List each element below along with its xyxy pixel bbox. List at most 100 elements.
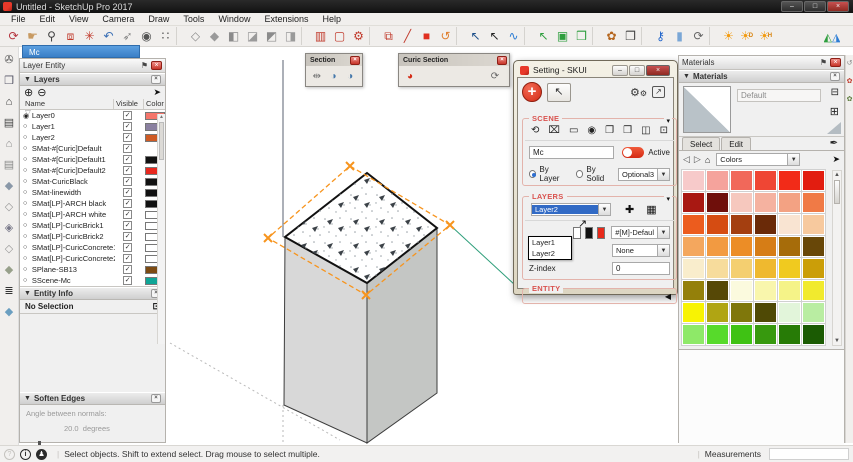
left-toolbar-button[interactable]: ✇ bbox=[1, 49, 18, 70]
materials-tray-close[interactable]: × bbox=[830, 58, 841, 67]
option-dropdown[interactable]: Optional3 ▼ bbox=[618, 168, 670, 181]
layer-visible-checkbox[interactable]: ✓ bbox=[123, 133, 132, 142]
layer-row[interactable]: ○ SMat[LP]-ARCH white ✓ bbox=[20, 209, 165, 220]
chevron-down-icon[interactable]: ▼ bbox=[657, 227, 669, 238]
layer-radio[interactable]: ○ bbox=[23, 145, 32, 152]
layer-row[interactable]: ○ SMat[LP]-CuricConcrete2 ✓ bbox=[20, 253, 165, 264]
color-swatch[interactable] bbox=[754, 258, 777, 279]
color-swatch[interactable] bbox=[802, 258, 825, 279]
materials-tab[interactable]: Select bbox=[682, 137, 720, 150]
color-swatch[interactable] bbox=[730, 258, 753, 279]
color-swatch[interactable] bbox=[706, 236, 729, 257]
left-toolbar-button[interactable]: ≣ bbox=[1, 280, 18, 301]
color-swatch[interactable] bbox=[802, 214, 825, 235]
left-toolbar-button[interactable]: ⌂ bbox=[1, 133, 18, 154]
layer-visible-checkbox[interactable]: ✓ bbox=[123, 232, 132, 241]
color-swatch[interactable] bbox=[730, 192, 753, 213]
layer-radio[interactable]: ○ bbox=[23, 255, 32, 262]
section-toolbar-close[interactable]: × bbox=[350, 56, 360, 65]
chevron-down-icon[interactable]: ▼ bbox=[657, 169, 669, 180]
color-swatch[interactable] bbox=[778, 170, 801, 191]
layer-tray-close-button[interactable]: × bbox=[151, 61, 162, 70]
collection-dropdown[interactable]: Colors ▼ bbox=[716, 153, 800, 166]
toolbar-button[interactable] bbox=[369, 27, 376, 45]
toolbar-button[interactable]: ☀ bbox=[718, 27, 737, 45]
info-icon[interactable]: i bbox=[20, 449, 31, 460]
layer-visible-checkbox[interactable]: ✓ bbox=[123, 188, 132, 197]
layer-radio[interactable]: ○ bbox=[23, 123, 32, 130]
color-swatch[interactable] bbox=[802, 192, 825, 213]
toolbar-button[interactable] bbox=[709, 27, 716, 45]
toolbar-button[interactable]: ■ bbox=[416, 27, 435, 45]
skui-close[interactable]: × bbox=[646, 65, 670, 76]
layer-radio[interactable]: ○ bbox=[23, 200, 32, 207]
toolbar-button[interactable]: ∷ bbox=[155, 27, 174, 45]
scene-action-icon[interactable]: ◫ bbox=[641, 125, 650, 136]
color-swatch[interactable] bbox=[682, 192, 705, 213]
section-toolbar-button[interactable]: ⇹ bbox=[309, 68, 325, 84]
color-swatch[interactable] bbox=[754, 302, 777, 323]
layer-radio[interactable]: ◉ bbox=[23, 112, 32, 120]
color-swatch[interactable] bbox=[778, 236, 801, 257]
layer-visible-checkbox[interactable]: ✓ bbox=[123, 122, 132, 131]
scene-action-icon[interactable]: ❒ bbox=[623, 125, 632, 136]
skui-settings-button[interactable]: ⚙⚙ bbox=[630, 86, 647, 99]
scrollbar-thumb[interactable] bbox=[834, 180, 840, 204]
toolbar-button[interactable]: ↖ bbox=[533, 27, 552, 45]
left-toolbar-button[interactable]: ◇ bbox=[1, 196, 18, 217]
color-swatch[interactable] bbox=[802, 280, 825, 301]
toolbar-button[interactable] bbox=[301, 27, 308, 45]
toolbar-button[interactable]: ✿ bbox=[601, 27, 620, 45]
color-swatch[interactable] bbox=[706, 280, 729, 301]
color-swatch[interactable] bbox=[778, 280, 801, 301]
maximize-button[interactable]: □ bbox=[804, 1, 826, 12]
toolbar-button[interactable]: ❒ bbox=[620, 27, 639, 45]
color-swatch[interactable] bbox=[682, 258, 705, 279]
toolbar-button[interactable]: ◩ bbox=[261, 27, 280, 45]
layer-row[interactable]: ○ SMat-#[Curic]Default1 ✓ bbox=[20, 154, 165, 165]
add-layer-icon[interactable]: ✚ bbox=[625, 203, 634, 216]
color-swatch[interactable] bbox=[778, 324, 801, 345]
layer-row[interactable]: ○ Layer2 ✓ bbox=[20, 132, 165, 143]
mirror-tool-button[interactable]: ◭◮ bbox=[819, 28, 845, 46]
color-swatch[interactable] bbox=[730, 280, 753, 301]
left-toolbar-button[interactable]: ◇ bbox=[1, 238, 18, 259]
toolbar-button[interactable]: ⚙ bbox=[348, 27, 367, 45]
layer-row[interactable]: ○ SMat[LP]-ARCH black ✓ bbox=[20, 198, 165, 209]
plugin-green-icon[interactable]: ✿ bbox=[847, 95, 853, 113]
layer-visible-checkbox[interactable]: ✓ bbox=[123, 210, 132, 219]
color-swatch[interactable] bbox=[778, 302, 801, 323]
menu-item[interactable]: Edit bbox=[33, 14, 63, 24]
toolbar-button[interactable]: ☀H bbox=[756, 27, 775, 45]
toolbar-button[interactable] bbox=[176, 27, 183, 45]
color-swatch[interactable] bbox=[754, 214, 777, 235]
material-preview-swatch[interactable] bbox=[683, 86, 731, 133]
color-swatch[interactable] bbox=[706, 192, 729, 213]
layer-radio[interactable]: ○ bbox=[23, 156, 32, 163]
sample-paint-icon[interactable]: ✒ bbox=[830, 138, 838, 149]
curic-toolbar-button[interactable] bbox=[470, 68, 486, 84]
layer-dropdown-item[interactable]: Layer2 bbox=[529, 248, 571, 259]
toolbar-button[interactable]: ↖ bbox=[484, 27, 503, 45]
color-swatch[interactable] bbox=[754, 236, 777, 257]
color-grid-scrollbar[interactable]: ▲▼ bbox=[832, 170, 842, 346]
layer-radio[interactable]: ○ bbox=[23, 277, 32, 284]
layers-section-close[interactable]: × bbox=[151, 75, 161, 84]
layer-visible-checkbox[interactable]: ✓ bbox=[123, 254, 132, 263]
color-swatch[interactable] bbox=[778, 192, 801, 213]
color-swatch[interactable] bbox=[706, 170, 729, 191]
plugin-red-icon[interactable]: ✿ bbox=[847, 77, 853, 95]
skui-open-external-button[interactable]: ↗ bbox=[652, 86, 665, 98]
layer-row[interactable]: ○ SMat-linewidth ✓ bbox=[20, 187, 165, 198]
layer-row[interactable]: ○ Layer1 ✓ bbox=[20, 121, 165, 132]
toolbar-button[interactable] bbox=[524, 27, 531, 45]
layer-row[interactable]: ◉ Layer0 ✓ bbox=[20, 110, 165, 121]
layer-row[interactable]: ○ SMat-#[Curic]Default ✓ bbox=[20, 143, 165, 154]
layer-row[interactable]: ○ SMat-CuricBlack ✓ bbox=[20, 176, 165, 187]
chevron-down-icon[interactable]: ▼ bbox=[787, 154, 799, 165]
curic-toolbar-button[interactable] bbox=[453, 68, 469, 84]
layer-radio[interactable]: ○ bbox=[23, 178, 32, 185]
toolbar-button[interactable]: ◪ bbox=[242, 27, 261, 45]
curic-toolbar-button[interactable]: ◕ bbox=[402, 68, 418, 84]
menu-item[interactable]: File bbox=[4, 14, 33, 24]
